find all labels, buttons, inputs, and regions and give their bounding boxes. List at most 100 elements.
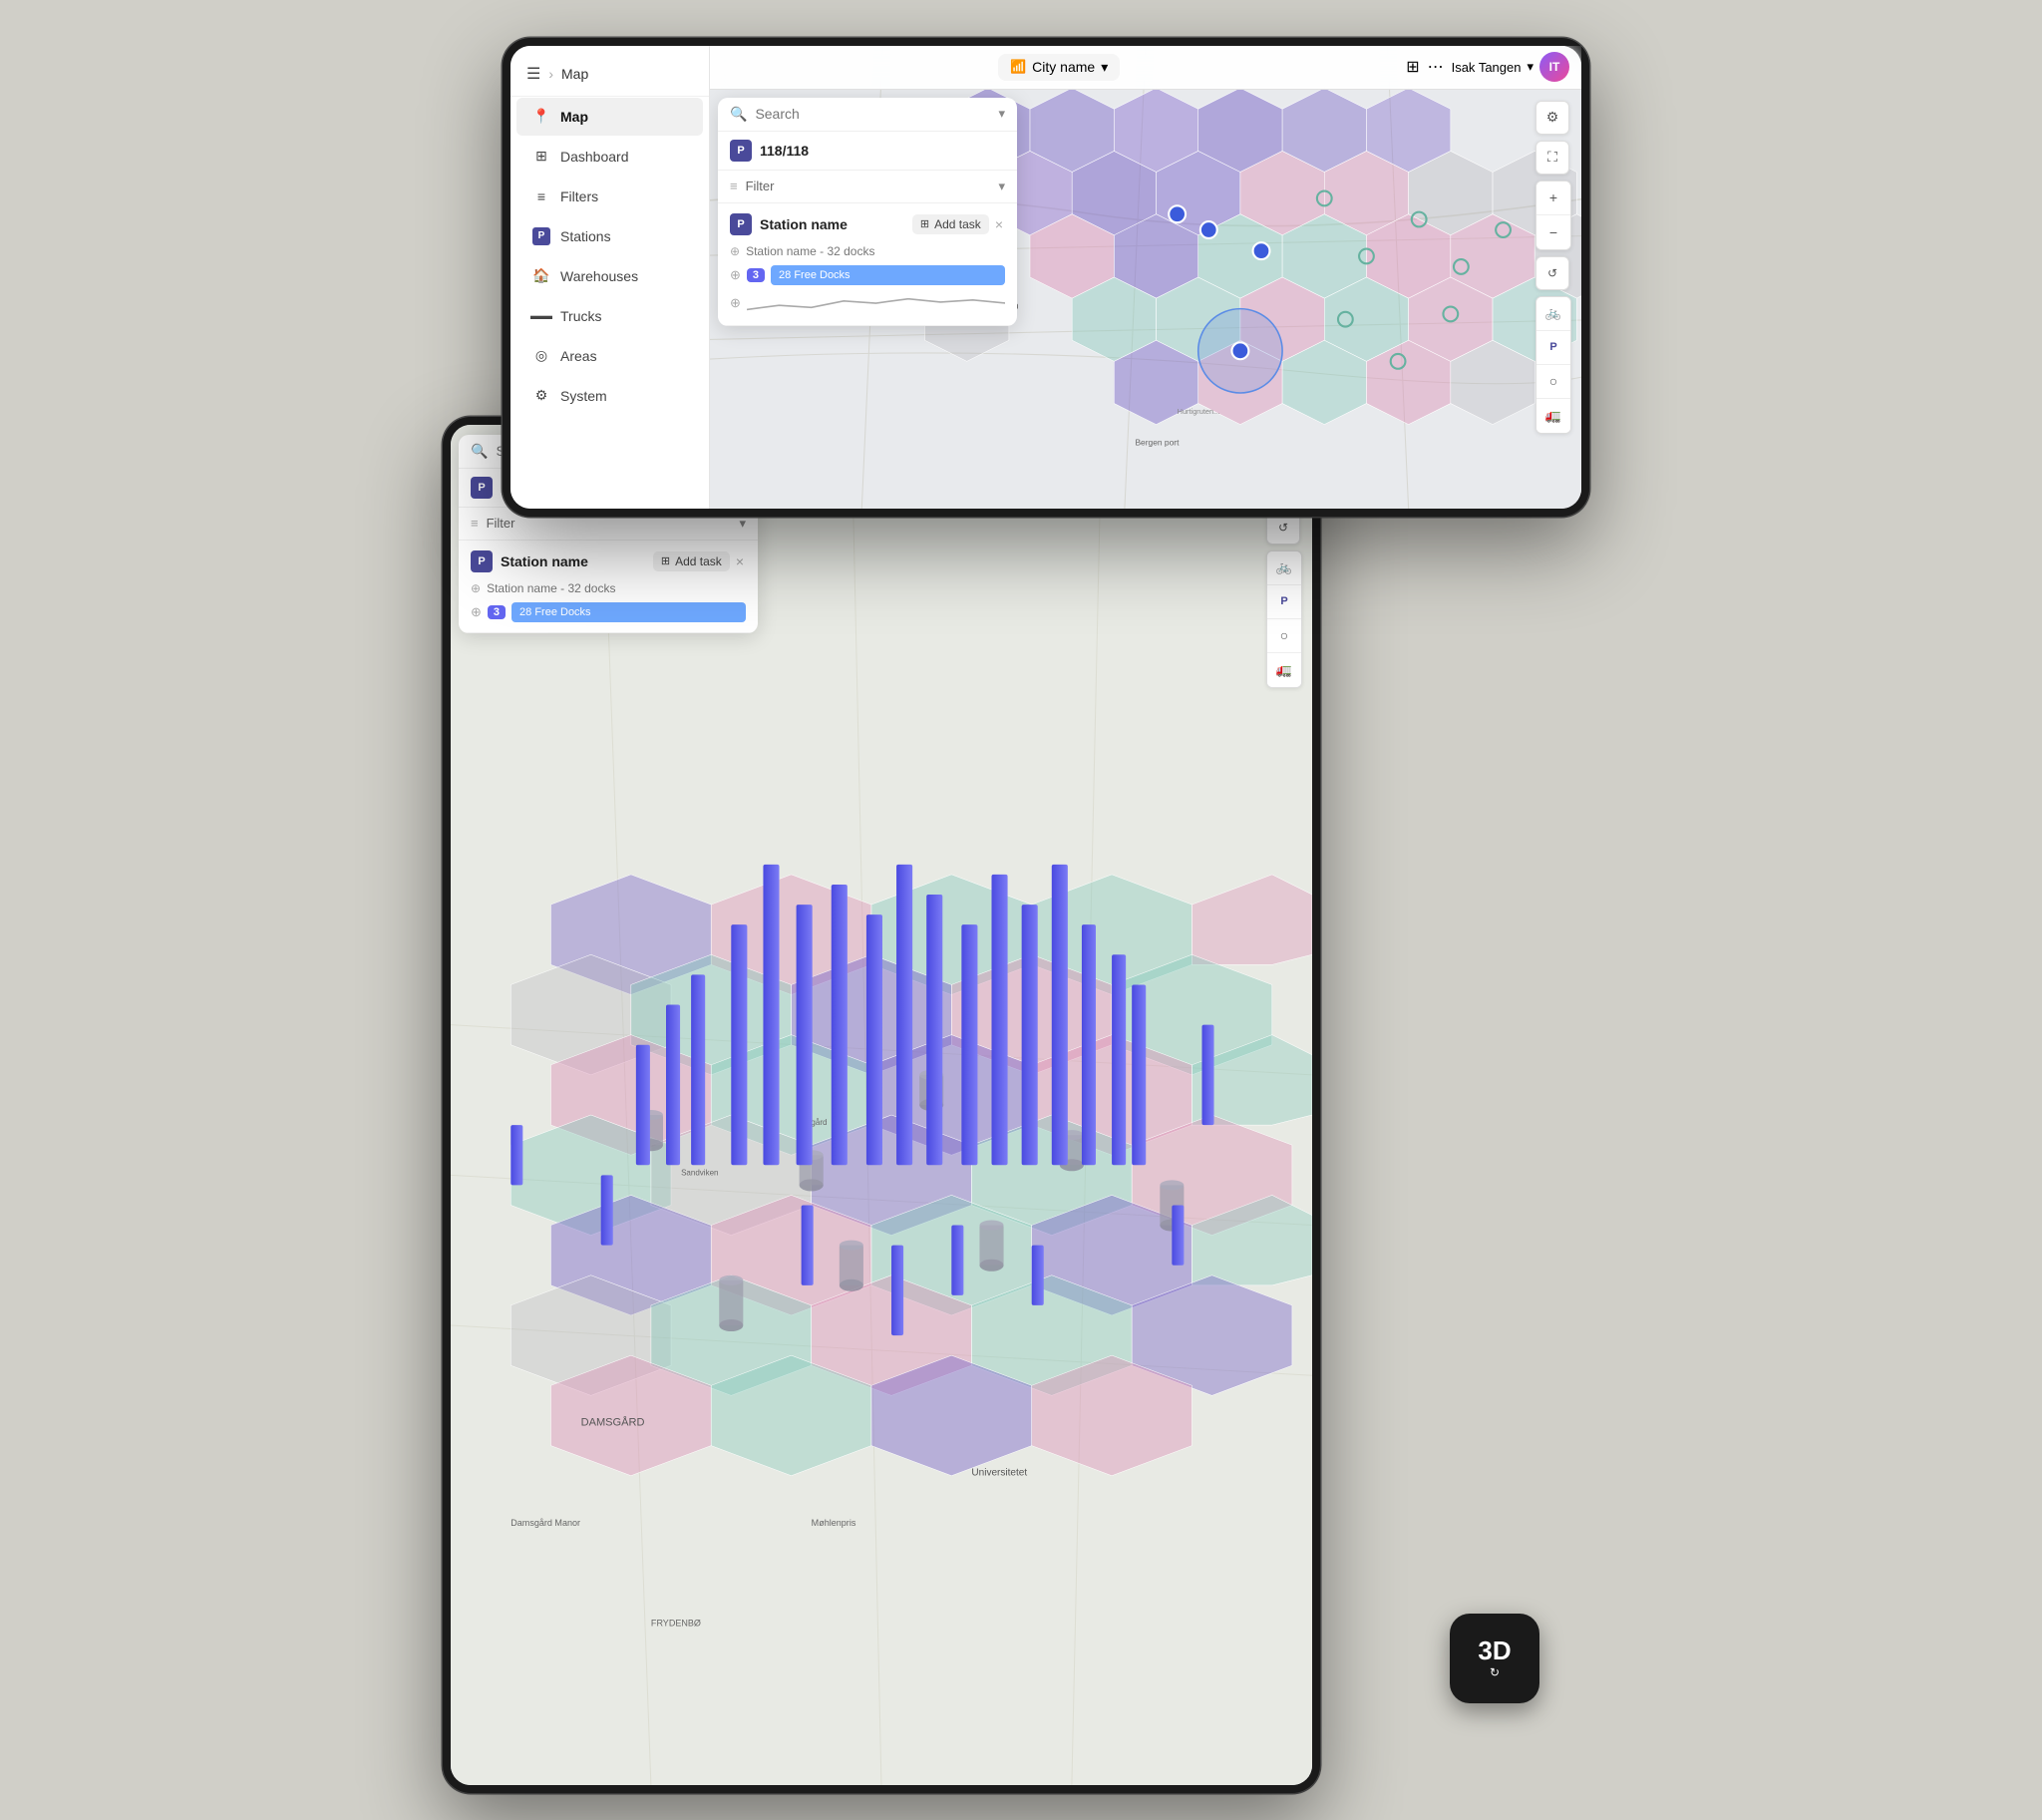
- settings-btn[interactable]: ⚙: [1535, 101, 1569, 135]
- svg-text:Hurtigruten...: Hurtigruten...: [1178, 407, 1220, 416]
- svg-text:Damsgård Manor: Damsgård Manor: [510, 1517, 580, 1527]
- search-icon-3d: 🔍: [471, 443, 488, 460]
- add-task-label: Add task: [934, 217, 981, 231]
- station-card-header: P Station name ⊞ Add task ×: [730, 213, 1005, 235]
- close-station-button[interactable]: ×: [993, 214, 1005, 234]
- sidebar-item-map[interactable]: 📍 Map: [516, 98, 703, 136]
- dock-row: ⊕ 3 28 Free Docks: [730, 265, 1005, 285]
- user-chevron-icon: ▾: [1527, 59, 1533, 75]
- station-card: P Station name ⊞ Add task ×: [718, 203, 1017, 326]
- sidebar-item-trucks[interactable]: ▬▬ Trucks: [516, 297, 703, 335]
- sparkline-chart: [747, 291, 1005, 315]
- sidebar-label-warehouses: Warehouses: [560, 268, 638, 284]
- station-sub: ⊕ Station name - 32 docks: [730, 241, 1005, 261]
- sidebar-label-map: Map: [560, 109, 588, 125]
- station-p-3d: P: [471, 550, 493, 572]
- fullscreen-btn[interactable]: ⛶: [1535, 141, 1569, 175]
- circle-3d[interactable]: ○: [1267, 619, 1301, 653]
- station-sub-3d: ⊕ Station name - 32 docks: [471, 578, 746, 598]
- zoom-group: + −: [1535, 181, 1571, 250]
- dock-row-3d: ⊕ 3 28 Free Docks: [471, 602, 746, 622]
- sidebar-item-filters[interactable]: ≡ Filters: [516, 178, 703, 215]
- 3d-label: 3D: [1478, 1638, 1511, 1663]
- sidebar-label-filters: Filters: [560, 188, 598, 204]
- trucks-icon: ▬▬: [532, 307, 550, 325]
- filter-chevron-icon: ▾: [998, 179, 1005, 194]
- add-task-button[interactable]: ⊞ Add task: [912, 214, 989, 234]
- panel-count-row: P 118/118: [718, 132, 1017, 171]
- bike-layer-btn[interactable]: 🚲: [1536, 297, 1570, 331]
- stations-icon: P: [532, 227, 550, 245]
- user-name: Isak Tangen: [1452, 60, 1522, 75]
- top-bar-center: 📶 City name ▾: [722, 54, 1396, 81]
- toggle-3d-button[interactable]: 3D ↻: [1450, 1614, 1539, 1703]
- map-controls-right: ⚙ ⛶ + − ↺ 🚲 P ○ 🚛: [1535, 101, 1571, 434]
- close-3d[interactable]: ×: [734, 551, 746, 571]
- city-name-label: City name: [1032, 59, 1095, 75]
- filter-icon-3d: ≡: [471, 516, 479, 531]
- layer-group: 🚲 P ○ 🚛: [1535, 296, 1571, 434]
- bike-3d[interactable]: 🚲: [1267, 551, 1301, 585]
- station-sub-label: Station name - 32 docks: [746, 244, 874, 258]
- sidebar-header: ☰ › Map: [510, 56, 709, 97]
- dock-num-3d: 3: [488, 605, 506, 619]
- top-bar: 📶 City name ▾ ⊞ ⋯ Isak Tangen ▾ IT: [710, 46, 1581, 90]
- search-chevron-icon: ▾: [998, 106, 1005, 122]
- reset-view-btn[interactable]: ↺: [1535, 256, 1569, 290]
- sidebar: ☰ › Map 📍 Map ⊞ Dashboard ≡ Filters: [510, 46, 710, 509]
- zoom-in-btn[interactable]: +: [1536, 182, 1570, 215]
- sidebar-label-stations: Stations: [560, 228, 611, 244]
- svg-text:Bergen port: Bergen port: [1135, 437, 1180, 447]
- sidebar-item-system[interactable]: ⚙ System: [516, 377, 703, 415]
- add-dock-icon: ⊕: [730, 267, 741, 283]
- parking-layer-btn[interactable]: P: [1536, 331, 1570, 365]
- count-value: 118/118: [760, 143, 809, 159]
- add-sub-icon-3d: ⊕: [471, 581, 481, 595]
- filter-label: Filter: [746, 179, 775, 193]
- free-docks-label: 28 Free Docks: [779, 269, 851, 281]
- circle-layer-btn[interactable]: ○: [1536, 365, 1570, 399]
- truck-layer-btn[interactable]: 🚛: [1536, 399, 1570, 433]
- filters-icon: ≡: [532, 187, 550, 205]
- city-selector[interactable]: 📶 City name ▾: [998, 54, 1120, 81]
- add-sub-icon: ⊕: [730, 244, 740, 258]
- map-icon: 📍: [532, 108, 550, 126]
- areas-icon: ◎: [532, 347, 550, 365]
- grid2-icon[interactable]: ⋯: [1428, 57, 1444, 77]
- user-badge[interactable]: Isak Tangen ▾ IT: [1452, 52, 1569, 82]
- sidebar-item-dashboard[interactable]: ⊞ Dashboard: [516, 138, 703, 176]
- panel-filter-row[interactable]: ≡ Filter ▾: [718, 171, 1017, 203]
- map-area[interactable]: 📶 City name ▾ ⊞ ⋯ Isak Tangen ▾ IT: [710, 46, 1581, 509]
- sidebar-item-warehouses[interactable]: 🏠 Warehouses: [516, 257, 703, 295]
- sidebar-item-areas[interactable]: ◎ Areas: [516, 337, 703, 375]
- warehouses-icon: 🏠: [532, 267, 550, 285]
- search-icon: 🔍: [730, 106, 747, 123]
- avatar: IT: [1539, 52, 1569, 82]
- free-docks-bar: 28 Free Docks: [771, 265, 1005, 285]
- breadcrumb-sep: ›: [548, 66, 553, 82]
- 3d-rotate-icon: ↻: [1490, 1665, 1500, 1679]
- search-input[interactable]: [755, 106, 990, 122]
- parking-badge-3d: P: [471, 477, 493, 499]
- hamburger-icon[interactable]: ☰: [526, 64, 540, 84]
- truck-3d[interactable]: 🚛: [1267, 653, 1301, 687]
- dashboard-icon: ⊞: [532, 148, 550, 166]
- map-panel: 🔍 ▾ P 118/118 ≡ Filter ▾: [718, 98, 1017, 326]
- zoom-out-btn[interactable]: −: [1536, 215, 1570, 249]
- svg-text:DAMSGÅRD: DAMSGÅRD: [581, 1415, 645, 1428]
- city-signal-icon: 📶: [1010, 59, 1026, 75]
- station-name-row-3d: P Station name: [471, 550, 588, 572]
- dock-number-badge: 3: [747, 268, 765, 282]
- add-task-btn-3d[interactable]: ⊞ Add task: [653, 551, 730, 571]
- svg-text:Universitetet: Universitetet: [971, 1467, 1027, 1478]
- parking-3d[interactable]: P: [1267, 585, 1301, 619]
- panel-search-row: 🔍 ▾: [718, 98, 1017, 132]
- qr-icon[interactable]: ⊞: [1406, 57, 1419, 77]
- sidebar-item-stations[interactable]: P Stations: [516, 217, 703, 255]
- station-title: Station name: [760, 216, 848, 232]
- layer-group-3d: 🚲 P ○ 🚛: [1266, 550, 1302, 688]
- station-card-3d: P Station name ⊞ Add task ×: [459, 541, 758, 633]
- sidebar-label-trucks: Trucks: [560, 308, 601, 324]
- sparkline-row: ⊕: [730, 291, 1005, 315]
- station-title-3d: Station name: [501, 553, 588, 569]
